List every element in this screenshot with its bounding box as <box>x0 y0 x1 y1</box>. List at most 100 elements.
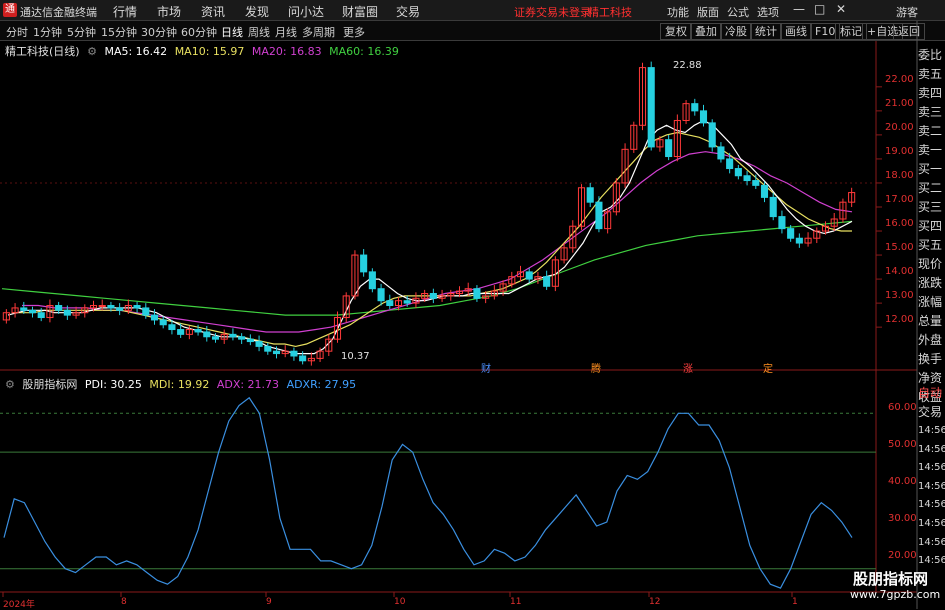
candle <box>708 119 716 152</box>
candle-body <box>37 312 45 319</box>
event-marker-limit-up[interactable]: 涨 <box>683 360 693 375</box>
candle <box>333 311 342 343</box>
indicator-series <box>3 396 853 589</box>
side-trade-label[interactable]: 交易 <box>918 403 945 422</box>
candle <box>72 306 80 319</box>
chart-grid <box>0 21 918 609</box>
candle <box>630 121 638 153</box>
candle-body <box>211 336 220 340</box>
candle <box>133 301 141 313</box>
candle-body <box>795 237 803 244</box>
date-tick: 9 <box>266 597 272 607</box>
event-marker[interactable]: 腾 <box>591 360 601 375</box>
side-panel-item[interactable]: 买五 <box>918 236 945 255</box>
indicator-tick: 40.00 <box>888 476 917 487</box>
event-marker-finance[interactable]: 财 <box>481 360 491 375</box>
candle <box>778 210 786 234</box>
candle <box>813 227 821 244</box>
candle-body <box>142 307 150 316</box>
candle <box>760 181 769 203</box>
side-panel-item[interactable]: 涨幅 <box>918 293 945 312</box>
high-price-label: 22.88 <box>673 60 702 71</box>
side-panel-item[interactable]: 买四 <box>918 217 945 236</box>
candle <box>377 283 385 306</box>
side-panel-item[interactable]: 换手 <box>918 350 945 369</box>
candle <box>752 174 760 189</box>
side-panel-item[interactable]: 卖一 <box>918 141 945 160</box>
price-tick: 20.00 <box>885 122 914 133</box>
candle-body <box>150 314 159 321</box>
indicator-tick: 30.00 <box>888 513 917 524</box>
time-sales-time: 14:56 <box>918 517 945 529</box>
side-panel-item[interactable]: 外盘 <box>918 331 945 350</box>
time-sales-time: 14:56 <box>918 480 945 492</box>
candle-body <box>595 201 603 230</box>
candle <box>647 61 655 151</box>
candle-body <box>368 271 376 290</box>
event-marker-fixed[interactable]: 定 <box>763 360 773 375</box>
candle-body <box>360 254 368 273</box>
candle-body <box>665 139 673 158</box>
candle-body <box>272 350 281 355</box>
candle <box>804 232 812 247</box>
time-sales-time: 14:56 <box>918 462 945 474</box>
side-panel-item[interactable]: 买三 <box>918 198 945 217</box>
candle-body <box>586 187 594 203</box>
side-panel-item[interactable]: 委比 <box>918 46 945 65</box>
side-panel-item[interactable]: 涨跌 <box>918 274 945 293</box>
candle-body <box>708 122 716 148</box>
candle <box>699 104 708 127</box>
candle-body <box>255 341 263 347</box>
indicator-tick: 50.00 <box>888 439 917 450</box>
time-sales-time: 14:56 <box>918 536 945 548</box>
candle-body <box>699 110 708 124</box>
side-panel-item[interactable]: 总量 <box>918 312 945 331</box>
candle-body <box>290 350 298 357</box>
candle-body <box>691 103 699 112</box>
ma10-line <box>12 131 852 348</box>
price-tick: 22.00 <box>885 74 914 85</box>
candle-body <box>778 216 786 230</box>
candle <box>830 213 838 232</box>
candle-body <box>377 288 385 302</box>
candle <box>238 333 246 344</box>
side-panel-item[interactable]: 现价 <box>918 255 945 274</box>
price-tick: 21.00 <box>885 98 914 109</box>
candle <box>429 288 437 304</box>
candle <box>159 316 167 329</box>
moving-average-lines <box>1 119 853 355</box>
side-panel-item[interactable]: 买二 <box>918 179 945 198</box>
candle-body <box>525 271 533 280</box>
candle <box>638 62 647 131</box>
indicator-tick: 20.00 <box>888 550 917 561</box>
kline-chart[interactable] <box>0 0 945 609</box>
candle <box>307 352 315 366</box>
indicator-tick: 60.00 <box>888 402 917 413</box>
side-panel-item[interactable]: 卖四 <box>918 84 945 103</box>
side-panel-item[interactable]: 买一 <box>918 160 945 179</box>
time-sales-list: 14:56 14:56 14:56 14:56 14:56 14:56 14:56 14:56 <box>918 422 945 571</box>
date-tick: 10 <box>394 597 406 607</box>
side-panel-item[interactable]: 卖五 <box>918 65 945 84</box>
candle-body <box>403 300 411 304</box>
candle <box>604 208 612 234</box>
side-panel-item[interactable]: 卖三 <box>918 103 945 122</box>
side-auto-label[interactable]: 自动 <box>918 384 945 403</box>
candlestick-series <box>2 61 856 366</box>
side-panel-auto[interactable]: 自动 交易 <box>918 384 945 422</box>
candle-body <box>743 175 751 182</box>
candle-body <box>429 293 437 299</box>
candle <box>769 192 777 221</box>
pdi-line <box>3 396 853 589</box>
price-tick: 13.00 <box>885 290 914 301</box>
candle <box>795 233 803 248</box>
candle <box>28 306 37 318</box>
side-panel-item[interactable]: 卖二 <box>918 122 945 141</box>
date-tick: 12 <box>649 597 661 607</box>
candle <box>264 342 272 355</box>
candle <box>281 345 289 358</box>
candle <box>360 249 368 277</box>
candle <box>490 285 498 300</box>
candle <box>673 114 681 162</box>
time-sales-time: 14:56 <box>918 499 945 511</box>
